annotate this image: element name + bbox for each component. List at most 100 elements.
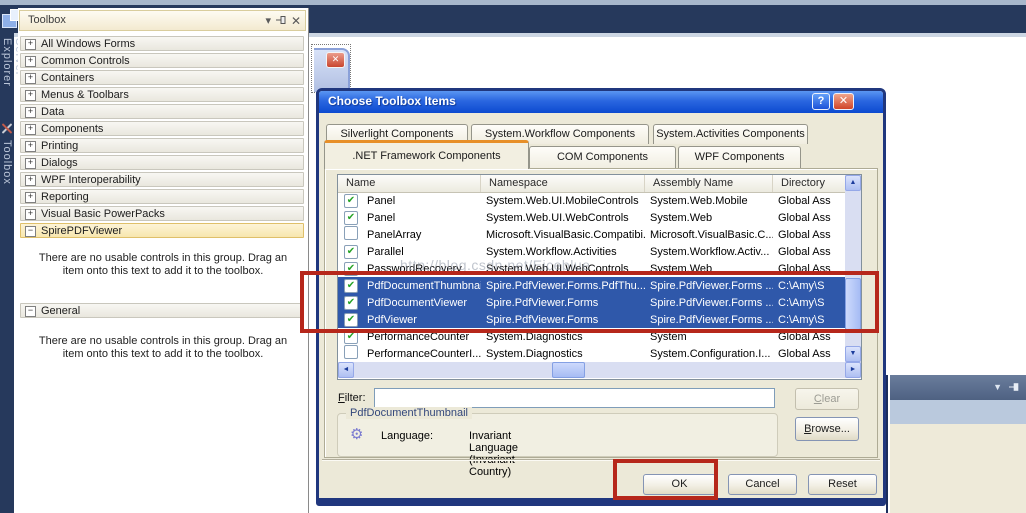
table-row[interactable]: ✔PanelSystem.Web.UI.WebControlsSystem.We…	[338, 209, 845, 226]
designer-form-fragment: ✕	[311, 44, 351, 93]
row-checkbox[interactable]: ✔	[344, 245, 358, 259]
cell-assembly: System.Web	[645, 212, 773, 224]
toolbox-group-label: SpirePDFViewer	[41, 225, 122, 237]
column-header-name[interactable]: Name	[338, 175, 481, 192]
collapse-icon[interactable]: −	[25, 306, 36, 317]
pin-icon[interactable]	[1009, 382, 1020, 394]
help-icon[interactable]: ?	[812, 93, 830, 110]
bottom-panel-header: ▼	[890, 375, 1026, 400]
row-checkbox[interactable]	[344, 345, 358, 359]
dialog-title: Choose Toolbox Items	[328, 94, 456, 108]
sidebar-item-toolbox[interactable]: Toolbox	[1, 140, 13, 185]
table-row[interactable]: PanelArrayMicrosoft.VisualBasic.Compatib…	[338, 226, 845, 243]
toolbox-group-general[interactable]: −General	[20, 303, 304, 318]
filter-label: Filter:	[338, 392, 366, 404]
toolbox-group-printing[interactable]: + Printing	[20, 138, 304, 153]
scroll-left-icon[interactable]: ◄	[338, 362, 354, 378]
language-label: Language:	[381, 430, 433, 442]
language-value: Invariant Language (Invariant Country)	[469, 430, 518, 478]
table-row[interactable]: PerformanceCounterI...System.Diagnostics…	[338, 345, 845, 362]
horizontal-scrollbar[interactable]: ◄ ►	[338, 362, 861, 378]
toolbox-empty-message: There are no usable controls in this gro…	[30, 252, 296, 278]
pin-icon[interactable]	[276, 15, 287, 28]
toolbox-group-label: General	[41, 305, 80, 317]
tab-net-framework-components[interactable]: .NET Framework Components	[324, 140, 529, 169]
clear-button: Clear	[795, 388, 859, 410]
toolbox-group-reporting[interactable]: + Reporting	[20, 189, 304, 204]
toolbox-group-wpf-interoperability[interactable]: +WPF Interoperability	[20, 172, 304, 187]
cell-directory: Global Ass	[773, 348, 845, 360]
cell-name: Parallel	[362, 246, 481, 258]
close-icon[interactable]: ✕	[833, 93, 854, 110]
expand-icon[interactable]: +	[25, 209, 36, 220]
filter-input[interactable]	[374, 388, 775, 408]
tools-icon	[1, 122, 13, 135]
scroll-down-icon[interactable]: ▼	[845, 346, 861, 362]
toolbox-group-common-controls[interactable]: + Common Controls	[20, 53, 304, 68]
dialog-titlebar: Choose Toolbox Items ? ✕	[319, 91, 883, 113]
toolbox-group-containers[interactable]: +Containers	[20, 70, 304, 85]
table-row[interactable]: ✔ PanelSystem.Web.UI.MobileControlsSystem…	[338, 192, 845, 209]
scroll-right-icon[interactable]: ►	[845, 362, 861, 378]
toolbox-group-label: Printing	[41, 140, 78, 152]
tab-wpf-components[interactable]: WPF Components	[678, 146, 801, 169]
scroll-up-icon[interactable]: ▲	[845, 175, 861, 191]
expand-icon[interactable]: +	[25, 175, 36, 186]
cell-name: PanelArray	[362, 229, 481, 241]
cell-namespace: System.Web.UI.MobileControls	[481, 195, 645, 207]
checkbox-cell: ✔	[338, 245, 362, 259]
toolbox-group-spirepdfviewer[interactable]: −SpirePDFViewer	[20, 223, 304, 238]
close-icon[interactable]: ✕	[291, 14, 301, 28]
toolbox-group-label: Components	[41, 123, 103, 135]
expand-icon[interactable]: +	[25, 73, 36, 84]
cell-namespace: System.Workflow.Activities	[481, 246, 645, 258]
cell-directory: Global Ass	[773, 195, 845, 207]
column-header-namespace[interactable]: Namespace	[481, 175, 645, 192]
bottom-panel-subrow	[890, 400, 1026, 424]
toolbox-group-components[interactable]: + Components	[20, 121, 304, 136]
expand-icon[interactable]: +	[25, 192, 36, 203]
reset-button[interactable]: Reset	[808, 474, 877, 495]
cell-directory: Global Ass	[773, 246, 845, 258]
toolbox-empty-message: There are no usable controls in this gro…	[30, 335, 296, 361]
row-checkbox[interactable]	[344, 226, 358, 240]
toolbox-group-label: Dialogs	[41, 157, 78, 169]
toolbox-group-data[interactable]: +Data	[20, 104, 304, 119]
toolbox-group-visual-basic-powerpacks[interactable]: +Visual Basic PowerPacks	[20, 206, 304, 221]
bottom-panel-body	[890, 424, 1026, 513]
dialog-separator	[322, 459, 880, 461]
toolbox-group-label: All Windows Forms	[41, 38, 135, 50]
toolbox-group-menus-toolbars[interactable]: +Menus & Toolbars	[20, 87, 304, 102]
chevron-down-icon[interactable]: ▼	[993, 382, 1002, 392]
browse-button[interactable]: Browse...	[795, 417, 859, 441]
screen: Server Explorer Toolbox ✕ ▼ Toolbox ▾	[0, 0, 1026, 513]
expand-icon[interactable]: +	[25, 158, 36, 169]
vertical-scrollbar[interactable]: ▲ ▼	[845, 175, 861, 362]
form-close-icon[interactable]: ✕	[326, 52, 345, 68]
cell-name: Panel	[362, 195, 481, 207]
chevron-down-icon[interactable]: ▾	[265, 14, 271, 27]
column-header-assembly[interactable]: Assembly Name	[645, 175, 773, 192]
toolbox-group-all-windows-forms[interactable]: + All Windows Forms	[20, 36, 304, 51]
expand-icon[interactable]: +	[25, 107, 36, 118]
row-checkbox[interactable]: ✔	[344, 194, 358, 208]
expand-icon[interactable]: +	[25, 124, 36, 135]
toolbox-group-label: Reporting	[41, 191, 89, 203]
scrollbar-thumb[interactable]	[552, 362, 585, 378]
toolbox-group-dialogs[interactable]: + Dialogs	[20, 155, 304, 170]
column-header-directory[interactable]: Directory	[773, 175, 845, 192]
cell-assembly: System.Workflow.Activ...	[645, 246, 773, 258]
toolbox-group-label: Common Controls	[41, 55, 130, 67]
expand-icon[interactable]: +	[25, 56, 36, 67]
expand-icon[interactable]: +	[25, 141, 36, 152]
cell-name: PerformanceCounterI...	[362, 348, 481, 360]
toolbox-title: Toolbox	[28, 14, 66, 26]
row-checkbox[interactable]: ✔	[344, 211, 358, 225]
cancel-button[interactable]: Cancel	[728, 474, 797, 495]
collapse-icon[interactable]: −	[25, 226, 36, 237]
tab-com-components[interactable]: COM Components	[529, 146, 676, 169]
cell-assembly: System.Web.Mobile	[645, 195, 773, 207]
expand-icon[interactable]: +	[25, 90, 36, 101]
checkbox-cell: ✔	[338, 211, 362, 225]
expand-icon[interactable]: +	[25, 39, 36, 50]
